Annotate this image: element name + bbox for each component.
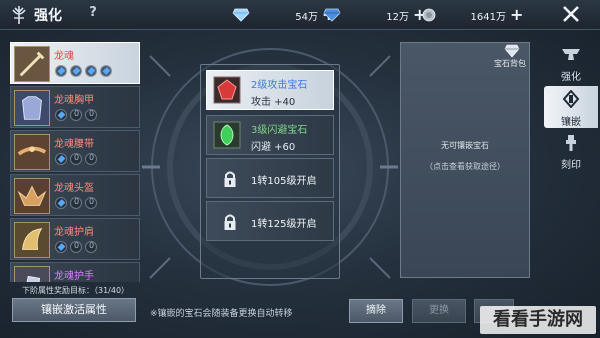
gem-stat: 闪避 +60 xyxy=(251,142,296,153)
replace-button[interactable]: 更换 xyxy=(412,299,466,323)
lock-icon xyxy=(224,171,236,187)
equipment-name: 龙魂护手 xyxy=(54,271,94,282)
blue-gem-amount: 12万 xyxy=(386,11,409,23)
tab-label: 刻印 xyxy=(561,160,581,171)
gem-socket-icon xyxy=(70,65,82,77)
lock-icon xyxy=(224,214,236,230)
gem-slot[interactable]: 2级攻击宝石 攻击 +40 xyxy=(206,70,334,110)
chest-armor-icon xyxy=(14,90,50,126)
gem-socket-icon xyxy=(55,241,67,253)
menu-emblem-icon[interactable] xyxy=(8,4,30,26)
close-icon[interactable] xyxy=(560,3,582,25)
gem-bag-label[interactable]: 宝石背包 xyxy=(494,58,526,69)
gem-socket-icon xyxy=(55,65,67,77)
gem-bag-icon[interactable] xyxy=(504,44,520,58)
unlock-requirement: 1转125级开启 xyxy=(251,219,317,230)
locked-slot[interactable]: 1转105级开启 xyxy=(206,158,334,198)
empty-socket-icon xyxy=(85,241,97,253)
empty-state-title: 无可镶嵌宝石 xyxy=(441,141,489,150)
empty-socket-icon xyxy=(85,153,97,165)
equipment-item[interactable]: 龙魂护肩 xyxy=(10,218,140,260)
belt-icon xyxy=(14,134,50,170)
socket-row xyxy=(55,241,97,253)
tab-engrave[interactable]: 刻印 xyxy=(544,130,598,172)
empty-socket-icon xyxy=(85,197,97,209)
socket-row xyxy=(55,65,112,77)
equipment-list[interactable]: 龙魂 龙魂胸甲 龙魂腰带 xyxy=(10,42,140,282)
empty-socket-icon xyxy=(70,241,82,253)
remove-button[interactable]: 摘除 xyxy=(349,299,403,323)
silver-coin-icon xyxy=(422,8,436,22)
equipment-item[interactable]: 龙魂护手 xyxy=(10,262,140,282)
socket-row xyxy=(55,109,97,121)
gem-socket-icon xyxy=(100,65,112,77)
gem-socket-icon xyxy=(55,197,67,209)
red-gem-icon xyxy=(213,76,241,104)
add-coin-button[interactable]: + xyxy=(510,7,523,23)
equipment-name: 龙魂 xyxy=(54,51,74,62)
diamond-icon xyxy=(232,8,250,22)
gem-socket-icon xyxy=(55,109,67,121)
anvil-icon xyxy=(562,49,580,60)
diamond-amount: 54万 xyxy=(295,11,318,23)
game-scene: 强化 ? 54万 + 12万 + 1641万 + xyxy=(0,0,600,338)
gem-info-panel xyxy=(400,42,530,278)
empty-socket-icon xyxy=(70,153,82,165)
sword-icon xyxy=(14,46,50,82)
socket-row xyxy=(55,153,97,165)
equipment-item[interactable]: 龙魂 xyxy=(10,42,140,84)
gem-name: 2级攻击宝石 xyxy=(251,80,308,91)
equipment-name: 龙魂腰带 xyxy=(54,139,94,150)
unlock-requirement: 1转105级开启 xyxy=(251,176,317,187)
side-tabs: 强化 镶嵌 刻印 xyxy=(540,42,600,172)
currency-blue-gem: 12万 + xyxy=(323,6,426,24)
gem-socket-icon xyxy=(55,153,67,165)
tab-label: 镶嵌 xyxy=(561,117,581,128)
currency-coin: 1641万 + xyxy=(420,6,523,24)
tab-enhance[interactable]: 强化 xyxy=(544,42,598,84)
gem-name: 3级闪避宝石 xyxy=(251,125,308,136)
reward-progress-label: 下阶属性奖励目标：（31/40） xyxy=(22,286,130,295)
green-gem-icon xyxy=(213,121,241,149)
currency-diamond: 54万 + xyxy=(232,6,335,24)
shoulder-guard-icon xyxy=(14,222,50,258)
acquire-hint-link[interactable]: （点击查看获取途径） xyxy=(400,161,530,172)
equipment-item[interactable]: 龙魂胸甲 xyxy=(10,86,140,128)
inlay-gem-icon xyxy=(562,90,580,108)
site-watermark-logo: 看看手游网 xyxy=(480,306,596,334)
engrave-tool-icon xyxy=(566,135,576,151)
gauntlet-icon xyxy=(14,266,50,282)
top-bar: 强化 ? 54万 + 12万 + 1641万 + xyxy=(0,0,600,30)
tab-inlay[interactable]: 镶嵌 xyxy=(544,86,598,128)
page-title: 强化 xyxy=(34,8,62,24)
empty-socket-icon xyxy=(70,109,82,121)
equipment-name: 龙魂胸甲 xyxy=(54,95,94,106)
help-button[interactable]: ? xyxy=(86,5,100,20)
equipment-name: 龙魂头盔 xyxy=(54,183,94,194)
empty-socket-icon xyxy=(70,197,82,209)
tab-label: 强化 xyxy=(561,72,581,83)
equipment-item[interactable]: 龙魂腰带 xyxy=(10,130,140,172)
coin-amount: 1641万 xyxy=(470,11,506,23)
transfer-note: ※镶嵌的宝石会随装备更换自动转移 xyxy=(150,309,293,319)
gem-stat: 攻击 +40 xyxy=(251,97,296,108)
locked-slot[interactable]: 1转125级开启 xyxy=(206,201,334,241)
empty-socket-icon xyxy=(85,109,97,121)
socket-row xyxy=(55,197,97,209)
inlay-attributes-button[interactable]: 镶嵌激活属性 xyxy=(12,298,136,322)
blue-gem-icon xyxy=(323,8,341,22)
gem-socket-icon xyxy=(85,65,97,77)
equipment-item[interactable]: 龙魂头盔 xyxy=(10,174,140,216)
helmet-icon xyxy=(14,178,50,214)
gem-slot[interactable]: 3级闪避宝石 闪避 +60 xyxy=(206,115,334,155)
equipment-name: 龙魂护肩 xyxy=(54,227,94,238)
